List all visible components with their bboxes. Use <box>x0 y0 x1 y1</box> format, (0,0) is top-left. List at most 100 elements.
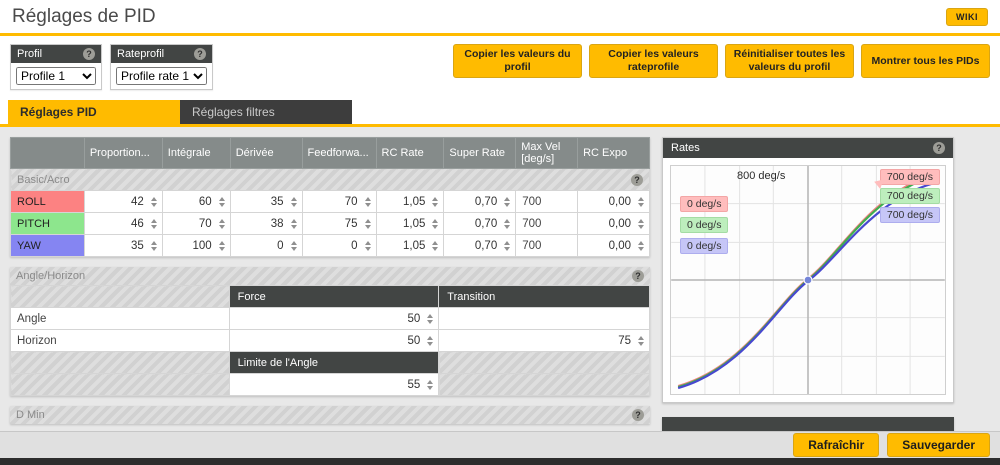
rateprofile-select[interactable]: Profile rate 1 <box>116 67 207 85</box>
help-icon[interactable]: ? <box>83 48 95 60</box>
angle-horizon-table: Force Transition Angle 50 Horizon 50 75 <box>10 285 650 396</box>
yaw-d-input[interactable]: 0 <box>230 235 302 257</box>
profile-selector-box: Profil ? Profile 1 <box>10 44 102 90</box>
pitch-p-input[interactable]: 46 <box>84 213 162 235</box>
yaw-rc-rate-input[interactable]: 1,05 <box>376 235 444 257</box>
col-derivative: Dérivée <box>230 138 302 169</box>
stepper-icon[interactable] <box>289 240 299 252</box>
save-button[interactable]: Sauvegarder <box>887 433 990 457</box>
yaw-row: YAW 35 100 0 0 1,05 0,70 700 0,00 <box>11 235 650 257</box>
empty-cell <box>11 374 230 396</box>
copy-profile-button[interactable]: Copier les valeurs du profil <box>453 44 582 78</box>
refresh-button[interactable]: Rafraîchir <box>793 433 879 457</box>
yaw-p-input[interactable]: 35 <box>84 235 162 257</box>
angle-table-header-row: Force Transition <box>11 286 650 308</box>
stepper-icon[interactable] <box>430 240 440 252</box>
angle-force-input[interactable]: 50 <box>229 308 439 330</box>
col-super-rate: Super Rate <box>444 138 516 169</box>
stepper-icon[interactable] <box>149 196 159 208</box>
tab-filter-settings[interactable]: Réglages filtres <box>180 100 352 124</box>
pitch-max-vel-value: 700 <box>516 213 578 235</box>
stepper-icon[interactable] <box>217 196 227 208</box>
empty-cell <box>11 352 230 374</box>
roll-ff-input[interactable]: 70 <box>302 191 376 213</box>
reset-profile-button[interactable]: Réinitialiser toutes les valeurs du prof… <box>725 44 854 78</box>
roll-p-input[interactable]: 42 <box>84 191 162 213</box>
stepper-icon[interactable] <box>425 379 435 391</box>
roll-rc-expo-input[interactable]: 0,00 <box>578 191 650 213</box>
yaw-rc-expo-input[interactable]: 0,00 <box>578 235 650 257</box>
help-icon[interactable]: ? <box>632 409 644 421</box>
wiki-button[interactable]: WIKI <box>946 8 988 26</box>
pitch-i-input[interactable]: 70 <box>162 213 230 235</box>
stepper-icon[interactable] <box>363 196 373 208</box>
tab-pid-settings[interactable]: Réglages PID <box>8 100 180 124</box>
pid-tables-column: Proportion... Intégrale Dérivée Feedforw… <box>10 137 650 424</box>
yaw-super-rate-input[interactable]: 0,70 <box>444 235 516 257</box>
roll-zero-rate-badge: 0 deg/s <box>680 196 728 212</box>
stepper-icon[interactable] <box>363 218 373 230</box>
rates-panel: Rates ? <box>662 137 954 403</box>
roll-i-input[interactable]: 60 <box>162 191 230 213</box>
copy-rateprofile-button[interactable]: Copier les valeurs rateprofile <box>589 44 718 78</box>
stepper-icon[interactable] <box>217 240 227 252</box>
col-proportional: Proportion... <box>84 138 162 169</box>
profile-group: Profil ? Profile 1 Rateprofil ? Profile … <box>10 44 213 90</box>
yaw-max-rate-badge: 700 deg/s <box>880 207 940 223</box>
stepper-icon[interactable] <box>502 240 512 252</box>
stepper-icon[interactable] <box>430 196 440 208</box>
pid-table: Proportion... Intégrale Dérivée Feedforw… <box>10 137 650 257</box>
pid-table-header-row: Proportion... Intégrale Dérivée Feedforw… <box>11 138 650 169</box>
yaw-max-vel-value: 700 <box>516 235 578 257</box>
roll-super-rate-input[interactable]: 0,70 <box>444 191 516 213</box>
show-all-pids-button[interactable]: Montrer tous les PIDs <box>861 44 990 78</box>
roll-rc-rate-input[interactable]: 1,05 <box>376 191 444 213</box>
pitch-zero-rate-badge: 0 deg/s <box>680 217 728 233</box>
yaw-ff-input[interactable]: 0 <box>302 235 376 257</box>
profile-toolbar: Profil ? Profile 1 Rateprofil ? Profile … <box>0 36 1000 100</box>
yaw-i-input[interactable]: 100 <box>162 235 230 257</box>
profile-select[interactable]: Profile 1 <box>16 67 96 85</box>
stepper-icon[interactable] <box>502 218 512 230</box>
stepper-icon[interactable] <box>636 196 646 208</box>
stepper-icon[interactable] <box>502 196 512 208</box>
angle-horizon-panel: Angle/Horizon ? Force Transition Angle 5… <box>10 267 650 396</box>
pitch-rc-expo-input[interactable]: 0,00 <box>578 213 650 235</box>
stepper-icon[interactable] <box>636 218 646 230</box>
angle-limit-input[interactable]: 55 <box>229 374 439 396</box>
stepper-icon[interactable] <box>149 218 159 230</box>
help-icon[interactable]: ? <box>632 270 644 282</box>
stepper-icon[interactable] <box>430 218 440 230</box>
profile-action-buttons: Copier les valeurs du profil Copier les … <box>453 44 990 78</box>
basic-acro-section-row: Basic/Acro ? <box>11 169 650 191</box>
stepper-icon[interactable] <box>289 218 299 230</box>
tab-content: Proportion... Intégrale Dérivée Feedforw… <box>0 127 1000 434</box>
axis-column-header <box>11 138 85 169</box>
help-icon[interactable]: ? <box>194 48 206 60</box>
pitch-ff-input[interactable]: 75 <box>302 213 376 235</box>
stepper-icon[interactable] <box>289 196 299 208</box>
pitch-super-rate-input[interactable]: 0,70 <box>444 213 516 235</box>
roll-d-input[interactable]: 35 <box>230 191 302 213</box>
stepper-icon[interactable] <box>636 240 646 252</box>
pitch-row: PITCH 46 70 38 75 1,05 0,70 700 0,00 <box>11 213 650 235</box>
stepper-icon[interactable] <box>425 335 435 347</box>
max-rate-label: 800 deg/s <box>737 170 785 182</box>
empty-cell <box>439 352 650 374</box>
help-icon[interactable]: ? <box>631 174 643 186</box>
d-min-section-header: D Min ? <box>10 406 650 424</box>
rates-max-badges: 700 deg/s 700 deg/s 700 deg/s <box>880 169 940 223</box>
stepper-icon[interactable] <box>217 218 227 230</box>
pitch-d-input[interactable]: 38 <box>230 213 302 235</box>
profile-label: Profil <box>17 48 42 60</box>
stepper-icon[interactable] <box>636 335 646 347</box>
stepper-icon[interactable] <box>363 240 373 252</box>
horizon-force-input[interactable]: 50 <box>229 330 439 352</box>
status-bar <box>0 458 1000 465</box>
pitch-rc-rate-input[interactable]: 1,05 <box>376 213 444 235</box>
help-icon[interactable]: ? <box>933 142 945 154</box>
page-header: Réglages de PID WIKI <box>0 0 1000 36</box>
stepper-icon[interactable] <box>425 313 435 325</box>
horizon-transition-input[interactable]: 75 <box>439 330 650 352</box>
stepper-icon[interactable] <box>149 240 159 252</box>
